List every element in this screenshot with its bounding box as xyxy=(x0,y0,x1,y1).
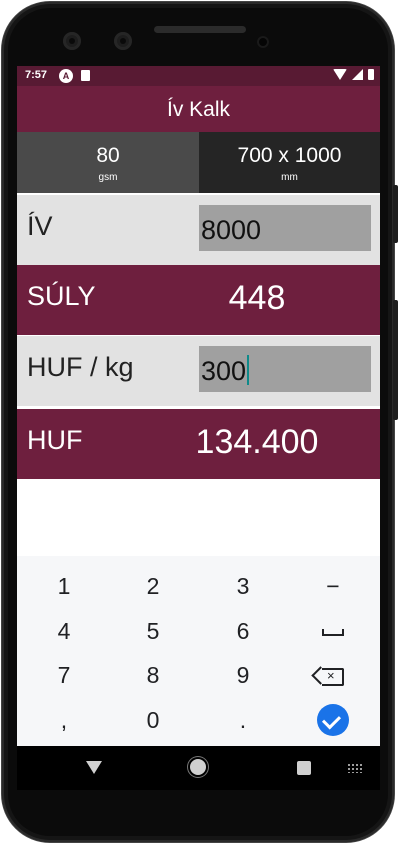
key-backspace[interactable]: × xyxy=(288,653,378,698)
paper-spec-tabs: 80 gsm 700 x 1000 mm xyxy=(17,132,380,193)
key-space[interactable] xyxy=(288,609,378,654)
cellular-icon xyxy=(352,69,363,80)
grammage-value: 80 xyxy=(96,144,120,167)
power-button xyxy=(393,185,398,243)
numeric-keyboard: 1 2 3 − 4 5 6 7 8 9 × , 0 . xyxy=(17,556,380,746)
key-8[interactable]: 8 xyxy=(108,653,198,698)
tab-sheet-size[interactable]: 700 x 1000 mm xyxy=(199,132,380,193)
total-value: 134.400 xyxy=(195,423,319,461)
key-2[interactable]: 2 xyxy=(108,564,198,609)
key-1[interactable]: 1 xyxy=(19,564,109,609)
sheets-input[interactable]: 8000 xyxy=(199,205,371,251)
text-caret xyxy=(247,355,250,385)
key-period[interactable]: . xyxy=(198,698,288,743)
a-circle-icon: A xyxy=(59,69,73,83)
tab-grammage[interactable]: 80 gsm xyxy=(17,132,199,193)
price-per-kg-input-value: 300 xyxy=(201,356,247,386)
status-time: 7:57 xyxy=(25,69,48,81)
weight-label: SÚLY xyxy=(27,281,96,311)
recents-icon[interactable] xyxy=(297,761,311,775)
key-done[interactable] xyxy=(317,704,349,736)
key-comma[interactable]: , xyxy=(19,698,109,743)
app-title: Ív Kalk xyxy=(17,86,380,132)
key-6[interactable]: 6 xyxy=(198,609,288,654)
screen: 7:57 A Ív Kalk 80 gsm 700 x 1000 mm ÍV 8… xyxy=(17,66,380,790)
key-0[interactable]: 0 xyxy=(108,698,198,743)
grammage-unit: gsm xyxy=(98,172,118,183)
sheets-row: ÍV 8000 xyxy=(17,195,380,265)
front-camera-icon xyxy=(63,32,81,50)
checkmark-icon xyxy=(321,710,342,730)
sd-card-icon xyxy=(81,70,90,81)
system-nav-bar xyxy=(17,746,380,790)
weight-row: SÚLY 448 xyxy=(17,265,380,335)
back-icon[interactable] xyxy=(86,761,102,774)
sheet-size-value: 700 x 1000 xyxy=(237,144,342,167)
weight-value: 448 xyxy=(228,279,286,317)
sheets-label: ÍV xyxy=(27,211,53,241)
sheet-size-unit: mm xyxy=(281,172,298,183)
key-7[interactable]: 7 xyxy=(19,653,109,698)
price-per-kg-label: HUF / kg xyxy=(27,352,134,382)
backspace-icon: × xyxy=(322,668,344,686)
front-camera-2-icon xyxy=(114,32,132,50)
status-icons xyxy=(333,69,374,80)
key-minus[interactable]: − xyxy=(288,564,378,609)
volume-button xyxy=(393,300,398,420)
total-label: HUF xyxy=(27,425,83,455)
wifi-icon xyxy=(333,69,347,80)
keyboard-switch-icon[interactable] xyxy=(347,763,363,773)
total-row: HUF 134.400 xyxy=(17,409,380,479)
earpiece-speaker xyxy=(154,26,246,33)
key-9[interactable]: 9 xyxy=(198,653,288,698)
price-per-kg-input[interactable]: 300 xyxy=(199,346,371,392)
home-icon[interactable] xyxy=(190,759,206,775)
sheets-input-value: 8000 xyxy=(201,215,262,245)
status-bar: 7:57 A xyxy=(17,66,380,86)
proximity-sensor-icon xyxy=(257,36,269,48)
key-4[interactable]: 4 xyxy=(19,609,109,654)
price-per-kg-row: HUF / kg 300 xyxy=(17,336,380,406)
space-icon xyxy=(322,629,344,637)
key-5[interactable]: 5 xyxy=(108,609,198,654)
battery-icon xyxy=(368,69,374,80)
key-3[interactable]: 3 xyxy=(198,564,288,609)
